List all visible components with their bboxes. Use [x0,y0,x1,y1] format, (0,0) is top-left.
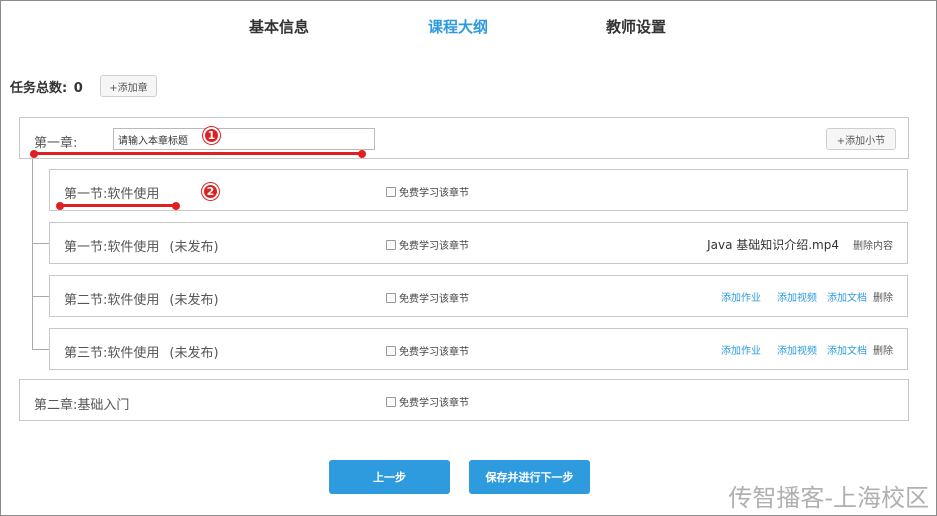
section-title: 第三节:软件使用 [64,346,160,361]
free-study-label: 免费学习该章节 [399,188,469,199]
prev-step-button[interactable]: 上一步 [329,460,450,494]
watermark: 传智播客-上海校区 [728,484,929,512]
tree-connector [32,296,49,297]
add-homework-link[interactable]: 添加作业 [721,289,761,304]
delete-content-link[interactable]: 删除内容 [853,237,893,252]
free-study-label: 免费学习该章节 [399,241,469,252]
chapter-row-2: 第二章:基础入门 免费学习该章节 [19,379,909,421]
task-total-label: 任务总数: [10,81,68,96]
free-study-label: 免费学习该章节 [399,294,469,305]
annotation-underline [33,152,365,155]
tab-basic-info[interactable]: 基本信息 [249,16,309,37]
section-actions: 添加作业 添加视频 添加文档 删除 [721,342,893,357]
delete-link[interactable]: 删除 [873,289,893,304]
free-study-checkbox[interactable]: 免费学习该章节 [386,290,469,305]
section-status: (未发布) [169,293,219,308]
chapter-label: 第一章: [34,136,78,151]
tab-teacher-settings[interactable]: 教师设置 [606,16,666,37]
annotation-underline [59,204,177,207]
section-actions: 添加作业 添加视频 添加文档 删除 [721,289,893,304]
add-homework-link[interactable]: 添加作业 [721,342,761,357]
section-row: 第二节:软件使用 (未发布) 免费学习该章节 添加作业 添加视频 添加文档 删除 [49,275,908,317]
tree-connector [32,159,33,349]
chapter-title-input[interactable] [113,128,375,150]
checkbox-icon[interactable] [386,345,396,356]
checkbox-icon[interactable] [386,186,396,197]
add-document-link[interactable]: 添加文档 [827,289,867,304]
task-total-count: 0 [73,81,83,96]
checkbox-icon[interactable] [386,396,396,407]
checkbox-icon[interactable] [386,239,396,250]
annotation-dot [358,150,366,158]
section-label: 第一节:软件使用 (未发布) [64,236,219,255]
task-total: 任务总数: 0 [10,77,83,96]
annotation-marker-2: 2 [202,183,219,200]
section-label: 第三节:软件使用 (未发布) [64,342,219,361]
chapter-label: 第二章:基础入门 [34,398,130,413]
annotation-marker-1: 1 [203,127,220,144]
add-document-link[interactable]: 添加文档 [827,342,867,357]
free-study-checkbox[interactable]: 免费学习该章节 [386,184,469,199]
tree-connector [32,243,49,244]
annotation-dot [172,202,180,210]
section-status: (未发布) [169,240,219,255]
free-study-label: 免费学习该章节 [399,347,469,358]
checkbox-icon[interactable] [386,292,396,303]
section-row: 第三节:软件使用 (未发布) 免费学习该章节 添加作业 添加视频 添加文档 删除 [49,328,908,370]
save-next-button[interactable]: 保存并进行下一步 [469,460,590,494]
delete-link[interactable]: 删除 [873,342,893,357]
free-study-checkbox[interactable]: 免费学习该章节 [386,237,469,252]
tab-course-outline[interactable]: 课程大纲 [428,16,488,37]
add-chapter-button[interactable]: +添加章 [100,75,157,97]
annotation-dot [30,150,38,158]
section-status: (未发布) [169,346,219,361]
free-study-label: 免费学习该章节 [399,398,469,409]
section-title: 第二节:软件使用 [64,293,160,308]
tab-bar: 基本信息 课程大纲 教师设置 [0,16,937,40]
annotation-dot [56,202,64,210]
add-video-link[interactable]: 添加视频 [777,342,817,357]
section-title: 第一节:软件使用 [64,240,160,255]
section-row: 第一节:软件使用 (未发布) 免费学习该章节 Java 基础知识介绍.mp4 删除… [49,222,908,264]
add-video-link[interactable]: 添加视频 [777,289,817,304]
free-study-checkbox[interactable]: 免费学习该章节 [386,343,469,358]
section-label: 第二节:软件使用 (未发布) [64,289,219,308]
add-section-button[interactable]: +添加小节 [826,128,896,150]
tree-connector [32,349,49,350]
section-label: 第一节:软件使用 [64,187,160,202]
free-study-checkbox[interactable]: 免费学习该章节 [386,394,469,409]
attached-file-name: Java 基础知识介绍.mp4 [707,238,839,252]
section-actions: Java 基础知识介绍.mp4 删除内容 [707,236,893,253]
